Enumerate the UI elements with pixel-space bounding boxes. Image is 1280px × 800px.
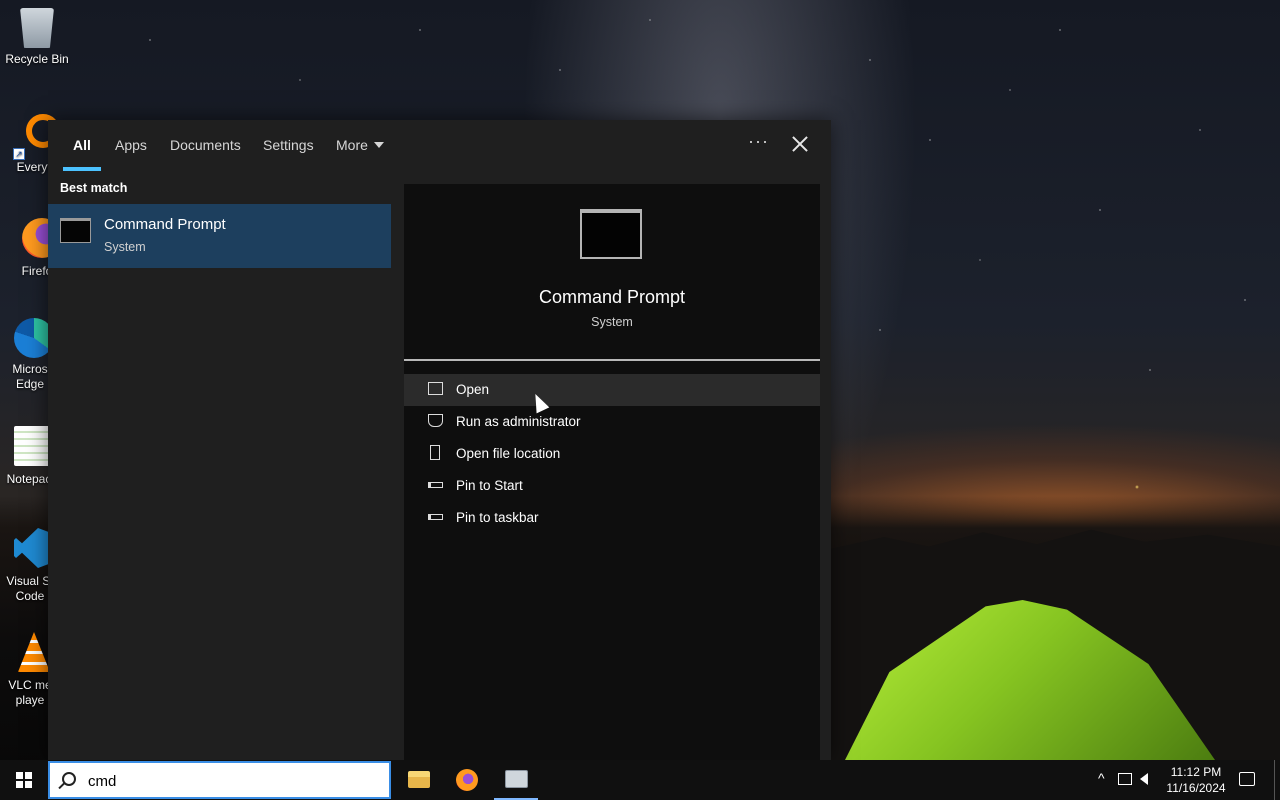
action-pin-to-taskbar[interactable]: Pin to taskbar [404,502,820,534]
action-label: Pin to Start [456,478,523,493]
show-hidden-icons-icon[interactable]: ^ [1098,770,1105,786]
command-prompt-icon [580,209,642,259]
taskbar-file-explorer[interactable] [395,760,443,800]
close-icon[interactable] [790,134,810,154]
system-tray: ^ [1094,760,1154,800]
taskbar: ^ 11:12 PM 11/16/2024 [0,760,1280,800]
result-title: Command Prompt [104,216,226,233]
best-match-heading: Best match [60,181,128,195]
caret-down-icon [373,142,384,148]
action-run-as-administrator[interactable]: Run as administrator [404,406,820,438]
active-tab-indicator [63,167,101,171]
action-open[interactable]: Open [404,374,820,406]
search-app-icon [505,770,528,788]
tab-settings[interactable]: Settings [263,137,314,153]
detail-title: Command Prompt [538,287,686,307]
search-input[interactable] [88,771,368,791]
search-tabs: All Apps Documents Settings More ··· [48,120,831,171]
tab-all[interactable]: All [73,137,91,153]
desktop-icon-label: Recycle Bin [5,52,69,66]
taskbar-firefox[interactable] [443,760,491,800]
firefox-icon [456,769,478,791]
search-icon [62,772,76,786]
detail-pane: Command Prompt System Open Run as admini… [404,184,820,760]
notifications-icon[interactable] [1239,772,1255,786]
action-label: Run as administrator [456,414,581,429]
result-subtitle: System [104,240,146,254]
network-icon[interactable] [1118,773,1132,785]
tab-more[interactable]: More [336,137,384,153]
taskbar-search-app[interactable] [492,760,540,800]
pin-icon [428,514,443,520]
system-clock[interactable]: 11:12 PM 11/16/2024 [1160,764,1232,796]
file-location-icon [430,445,440,460]
divider [404,359,820,361]
recycle-bin-icon [20,8,54,48]
open-icon [428,382,443,395]
more-options-button[interactable]: ··· [748,131,769,152]
action-pin-to-start[interactable]: Pin to Start [404,470,820,502]
show-desktop-button[interactable] [1274,760,1280,800]
start-button[interactable] [0,760,48,800]
best-match-result[interactable]: Command Prompt System [48,204,391,268]
action-open-file-location[interactable]: Open file location [404,438,820,470]
action-label: Open [456,382,490,397]
tab-documents[interactable]: Documents [170,137,241,153]
taskbar-search-box[interactable] [48,761,391,799]
tab-more-label: More [336,137,368,153]
run-as-admin-icon [428,414,443,427]
file-explorer-icon [408,771,430,788]
clock-time: 11:12 PM [1170,765,1222,779]
pin-icon [428,482,443,488]
command-prompt-icon [60,218,91,243]
action-label: Pin to taskbar [456,510,539,525]
action-label: Open file location [456,446,561,461]
desktop-icon-recycle-bin[interactable]: Recycle Bin [0,8,74,67]
shortcut-arrow-icon: ↗ [13,148,25,160]
tab-apps[interactable]: Apps [115,137,147,153]
volume-muted-icon[interactable] [1140,773,1148,785]
clock-date: 11/16/2024 [1166,781,1226,795]
windows-logo-icon [16,772,32,788]
detail-subtitle: System [591,315,633,329]
search-panel: All Apps Documents Settings More ··· Bes… [48,120,831,760]
